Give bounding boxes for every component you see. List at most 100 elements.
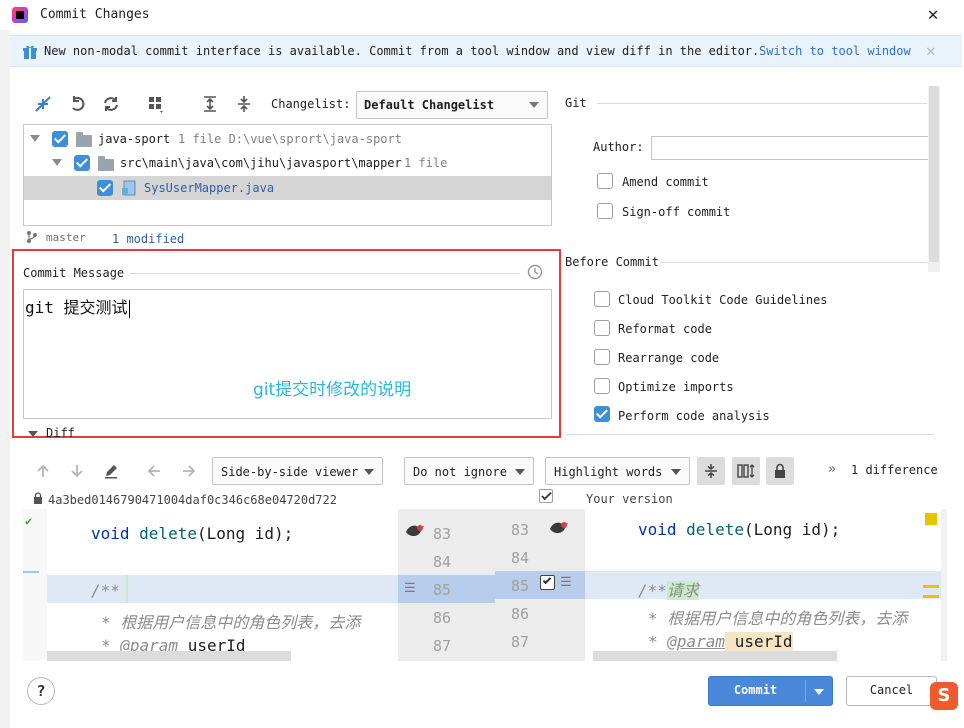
reformat-code-checkbox[interactable]: [594, 320, 610, 336]
changelist-value: Default Changelist: [364, 98, 495, 112]
expand-caret-icon[interactable]: [30, 135, 40, 142]
code-comment: *: [648, 632, 668, 651]
rearrange-code-label[interactable]: Rearrange code: [618, 351, 719, 365]
code-javadoc-tag: @param: [667, 632, 726, 651]
switch-to-tool-window-link[interactable]: Switch to tool window: [759, 44, 911, 58]
lock-editing-icon[interactable]: [766, 457, 794, 485]
collapse-all-icon[interactable]: [232, 92, 256, 116]
amend-commit-checkbox[interactable]: [597, 173, 613, 189]
show-diff-icon[interactable]: [31, 92, 55, 116]
next-difference-icon[interactable]: [65, 459, 89, 483]
reformat-code-label[interactable]: Reformat code: [618, 322, 712, 336]
rearrange-code-checkbox[interactable]: [594, 349, 610, 365]
git-blame-bird-icon[interactable]: [548, 519, 570, 537]
inserted-text: 请求: [666, 581, 699, 600]
code-text: userId: [725, 632, 793, 651]
collapse-unchanged-icon[interactable]: [697, 457, 725, 485]
file-checkbox[interactable]: [97, 180, 113, 196]
tree-file-name: SysUserMapper.java: [144, 181, 275, 195]
left-line-number: 85: [433, 581, 452, 599]
chevron-down-icon: [529, 102, 539, 108]
project-checkbox[interactable]: [52, 131, 68, 147]
java-interface-file-icon: [122, 180, 136, 196]
cancel-button[interactable]: Cancel: [846, 676, 937, 706]
help-button[interactable]: ?: [27, 677, 55, 705]
horizontal-scrollbar[interactable]: [47, 651, 291, 661]
previous-difference-icon[interactable]: [31, 459, 55, 483]
forward-arrow-icon[interactable]: [177, 459, 201, 483]
changelist-dropdown[interactable]: Default Changelist: [356, 91, 548, 119]
tree-row-folder[interactable]: src\main\java\com\jihu\javasport\mapper …: [24, 151, 551, 175]
perform-code-analysis-checkbox[interactable]: [594, 406, 610, 422]
optimize-imports-label[interactable]: Optimize imports: [618, 380, 734, 394]
git-divider: [597, 103, 927, 104]
diff-gutter: ☰ ☰ 83 84 85 86 87 83 84 85 86 87: [398, 509, 585, 661]
sogou-ime-icon[interactable]: S: [930, 682, 958, 710]
tree-project-name: java-sport: [98, 132, 171, 146]
tree-row-project[interactable]: java-sport 1 file D:\vue\sprort\java-spo…: [24, 127, 551, 151]
close-icon[interactable]: ✕: [922, 4, 944, 26]
cloud-toolkit-checkbox[interactable]: [594, 291, 610, 307]
folder-checkbox[interactable]: [74, 155, 90, 171]
modified-count[interactable]: 1 modified: [112, 232, 184, 246]
right-line-number: 85: [511, 577, 530, 595]
refresh-icon[interactable]: [99, 92, 123, 116]
difference-count: 1 difference: [851, 463, 938, 477]
before-commit-label: Before Commit: [565, 255, 659, 269]
group-by-icon[interactable]: [144, 92, 168, 116]
back-arrow-icon[interactable]: [142, 459, 166, 483]
commit-options-chevron-icon[interactable]: [814, 689, 824, 695]
diff-left-pane[interactable]: ✔ void delete(Long id); /** * 根据用户信息中的角色…: [23, 509, 398, 661]
code-text: (Long id);: [743, 520, 841, 539]
sign-off-commit-label[interactable]: Sign-off commit: [622, 205, 730, 219]
horizontal-scrollbar[interactable]: [593, 651, 837, 661]
your-version-label: Your version: [586, 492, 673, 506]
your-version-checkbox[interactable]: [539, 489, 553, 503]
commit-history-clock-icon[interactable]: [527, 264, 543, 280]
right-line-number: 86: [511, 605, 530, 623]
double-chevron-icon[interactable]: »: [828, 462, 836, 477]
rollback-icon[interactable]: [66, 92, 90, 116]
diff-section-label[interactable]: Diff: [46, 426, 75, 440]
notification-banner: New non-modal commit interface is availa…: [10, 35, 962, 67]
options-scrollbar-thumb[interactable]: [929, 86, 939, 262]
expand-caret-icon[interactable]: [52, 159, 62, 166]
synchronize-scroll-icon[interactable]: [732, 457, 760, 485]
ignore-whitespace-dropdown[interactable]: Do not ignore: [404, 457, 534, 485]
before-commit-divider: [660, 262, 927, 263]
commit-button[interactable]: Commit: [708, 676, 833, 706]
optimize-imports-checkbox[interactable]: [594, 378, 610, 394]
diff-right-pane[interactable]: void delete(Long id); /**请求 * 根据用户信息中的角色…: [585, 509, 941, 661]
code-method: delete: [686, 520, 744, 539]
expand-all-icon[interactable]: [198, 92, 222, 116]
annotation-text: git提交时修改的说明: [253, 380, 412, 400]
commit-split-divider: [805, 680, 806, 702]
folder-icon: [76, 132, 92, 147]
author-input[interactable]: [651, 136, 934, 160]
tree-row-file[interactable]: SysUserMapper.java: [24, 176, 551, 200]
include-change-checkbox[interactable]: [540, 575, 555, 590]
git-blame-bird-icon[interactable]: [404, 522, 426, 540]
perform-code-analysis-label[interactable]: Perform code analysis: [618, 409, 770, 423]
cloud-toolkit-label[interactable]: Cloud Toolkit Code Guidelines: [618, 293, 828, 307]
apply-changes-icon[interactable]: ☰: [560, 575, 572, 590]
edit-source-icon[interactable]: [99, 459, 123, 483]
highlight-mode-dropdown[interactable]: Highlight words: [545, 457, 690, 485]
left-line-number: 83: [433, 525, 452, 543]
chevron-down-icon: [364, 469, 374, 475]
amend-commit-label[interactable]: Amend commit: [622, 175, 709, 189]
viewer-mode-dropdown[interactable]: Side-by-side viewer: [212, 457, 383, 485]
code-keyword: void: [638, 520, 677, 539]
viewer-mode-value: Side-by-side viewer: [221, 465, 359, 479]
revert-changes-icon[interactable]: ☰: [404, 581, 416, 596]
left-line-number: 87: [433, 637, 452, 655]
banner-close-icon[interactable]: ✕: [926, 41, 936, 60]
diff-collapse-caret-icon[interactable]: [28, 431, 38, 437]
error-stripe: [941, 509, 947, 661]
sign-off-commit-checkbox[interactable]: [597, 203, 613, 219]
warning-marker-icon[interactable]: [925, 513, 937, 525]
window-title: Commit Changes: [40, 7, 150, 22]
ignore-whitespace-value: Do not ignore: [413, 465, 507, 479]
base-revision-hash: 4a3bed0146790471004daf0c346c68e04720d722: [48, 493, 337, 507]
gift-icon: [23, 45, 37, 59]
